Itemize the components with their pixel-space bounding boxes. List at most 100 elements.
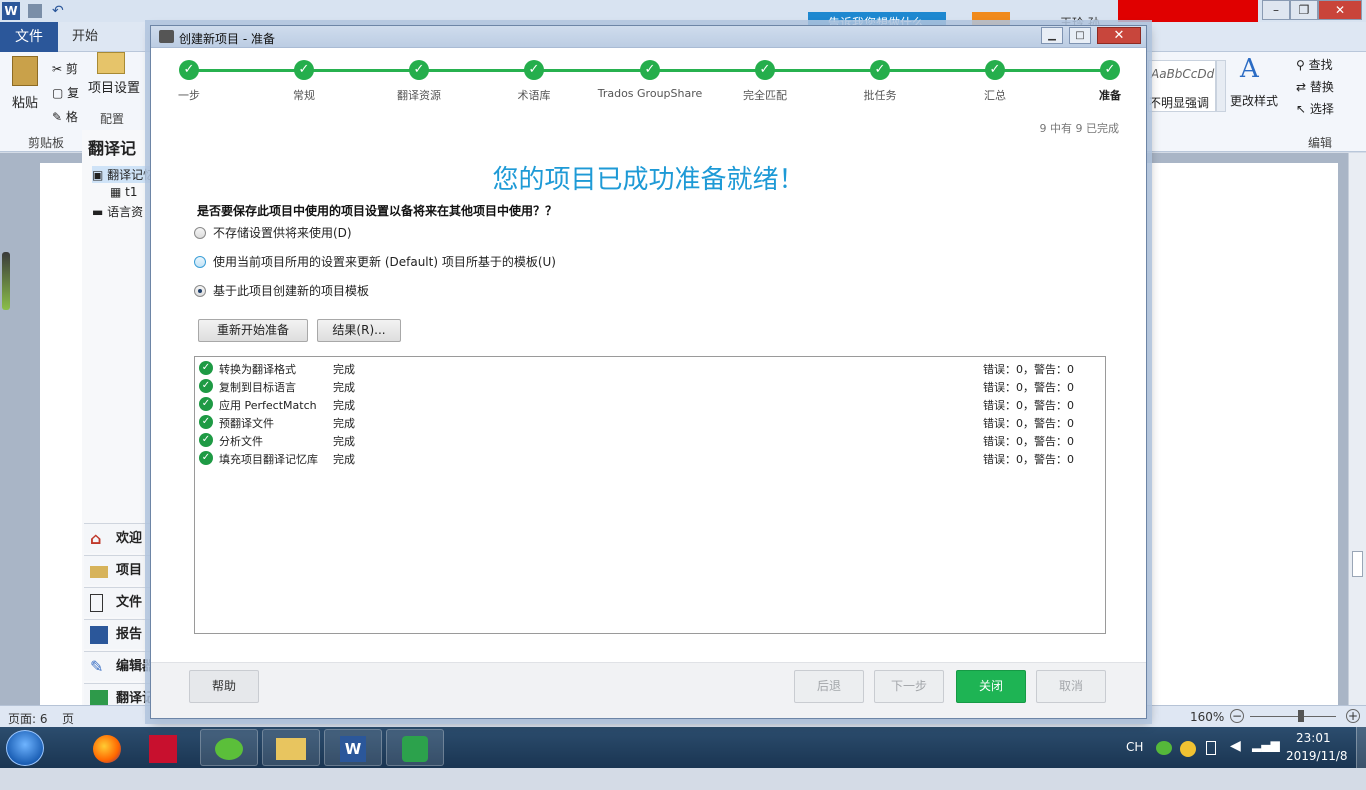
replace-button[interactable]: ⇄ 替换: [1296, 78, 1334, 95]
wechat-tray-icon[interactable]: [1156, 741, 1172, 755]
project-settings-icon[interactable]: [97, 52, 125, 74]
step-label: Trados GroupShare: [597, 87, 703, 100]
change-styles-icon[interactable]: A: [1240, 54, 1259, 84]
nav-item-files[interactable]: 文件: [84, 587, 152, 617]
dialog-titlebar: 创建新项目 - 准备 ▁ □ ✕: [151, 26, 1146, 48]
tray-app-icon[interactable]: [1180, 741, 1196, 757]
zoom-in-button[interactable]: +: [1346, 709, 1360, 723]
vertical-scrollbar[interactable]: [1348, 153, 1366, 705]
zoom-slider[interactable]: [1250, 716, 1336, 717]
paste-button[interactable]: 粘贴: [12, 92, 38, 111]
style-scroll[interactable]: [1216, 60, 1226, 112]
back-button[interactable]: 后退: [794, 670, 864, 703]
next-button[interactable]: 下一步: [874, 670, 944, 703]
file-tab[interactable]: 文件: [0, 22, 58, 52]
explorer-taskbar-button[interactable]: [262, 729, 320, 766]
word-logo-icon: W: [2, 2, 20, 20]
word-minimize-button[interactable]: –: [1262, 0, 1290, 20]
result-summary: 错误：0，警告：0: [983, 363, 1074, 376]
tree-item-t1-label: t1: [125, 185, 138, 199]
cut-button[interactable]: ✂ 剪: [52, 60, 78, 77]
cancel-button[interactable]: 取消: [1036, 670, 1106, 703]
success-headline: 您的项目已成功准备就绪！: [492, 165, 805, 195]
option-dont-store[interactable]: 不存储设置供将来使用(D): [194, 224, 352, 241]
step-label: 翻译资源: [397, 89, 441, 102]
result-status: 完成: [333, 417, 355, 430]
trados-taskbar-button[interactable]: [386, 729, 444, 766]
tree-item-tm[interactable]: ▣ 翻译记忆: [92, 166, 150, 183]
side-panel-title: 翻译记: [88, 139, 137, 158]
dialog-minimize-button[interactable]: ▁: [1041, 27, 1063, 44]
firefox-taskbar-button[interactable]: [78, 729, 136, 766]
copy-label: 复: [67, 86, 80, 100]
network-icon[interactable]: ▂▄▆: [1252, 738, 1280, 779]
step-label: 完全匹配: [743, 89, 787, 102]
find-label: 查找: [1308, 58, 1333, 72]
option-update-template[interactable]: 使用当前项目所用的设置来更新 (Default) 项目所基于的模板(U): [194, 253, 556, 270]
step-label: 常规: [293, 89, 315, 102]
nav-item-reports[interactable]: 报告: [84, 619, 152, 649]
start-button[interactable]: [6, 730, 44, 766]
tree-item-language-resources[interactable]: ▬ 语言资: [92, 203, 150, 220]
wechat-taskbar-button[interactable]: [200, 729, 258, 766]
clock-date[interactable]: 2019/11/8: [1286, 749, 1348, 790]
option-new-template[interactable]: 基于此项目创建新的项目模板: [194, 282, 369, 299]
close-button[interactable]: 关闭: [956, 670, 1026, 703]
nav-item-welcome[interactable]: ⌂ 欢迎: [84, 523, 152, 553]
project-settings-button[interactable]: 项目设置: [88, 77, 140, 96]
clipboard-group-label: 剪贴板: [28, 136, 65, 150]
save-icon[interactable]: [28, 4, 42, 18]
result-status: 完成: [333, 453, 355, 466]
paste-icon[interactable]: [12, 56, 38, 86]
radio-update-template[interactable]: [194, 256, 206, 268]
nav-item-editor[interactable]: ✎ 编辑器: [84, 651, 152, 681]
result-row: ✓ 转换为翻译格式 完成 错误：0，警告：0: [199, 359, 1099, 377]
progress-text: 9 中有 9 已完成: [1039, 122, 1120, 135]
tab-home[interactable]: 开始: [72, 22, 98, 52]
help-button[interactable]: 帮助: [189, 670, 259, 703]
find-button[interactable]: ⚲ 查找: [1296, 56, 1333, 73]
wizard-steps: ✓ 一步 ✓ 常规 ✓ 翻译资源 ✓ 术语库 ✓ Trados GroupShare ✓ 完全匹配 ✓ 批…: [151, 56, 1146, 106]
results-list: ✓ 转换为翻译格式 完成 错误：0，警告：0 ✓ 复制到目标语言 完成 错误：0，警告：0 ✓ 应…: [194, 356, 1106, 634]
tray-language[interactable]: CH: [1126, 740, 1143, 781]
word-icon: W: [340, 735, 366, 762]
word-taskbar-button[interactable]: W: [324, 729, 382, 766]
volume-icon[interactable]: ◀: [1230, 738, 1241, 779]
change-styles-button[interactable]: 更改样式: [1230, 92, 1278, 109]
zoom-out-button[interactable]: −: [1230, 709, 1244, 723]
show-desktop-button[interactable]: [1356, 727, 1366, 768]
success-check-icon: ✓: [199, 415, 213, 429]
select-button[interactable]: ↖ 选择: [1296, 100, 1334, 117]
word-maximize-button[interactable]: ❐: [1290, 0, 1318, 20]
acrobat-taskbar-button[interactable]: [134, 729, 192, 766]
home-icon: ⌂: [90, 529, 102, 548]
step-check-icon: ✓: [179, 60, 199, 80]
battery-icon[interactable]: [1206, 741, 1216, 755]
nav-item-projects[interactable]: 项目: [84, 555, 152, 585]
tree-item-t1[interactable]: ▦ t1: [110, 185, 138, 199]
copy-button[interactable]: ▢ 复: [52, 84, 79, 101]
dialog-close-button[interactable]: ✕: [1097, 27, 1141, 44]
word-close-button[interactable]: ✕: [1318, 0, 1362, 20]
style-gallery[interactable]: AaBbCcDd 不明显强调: [1148, 60, 1216, 112]
result-row: ✓ 填充项目翻译记忆库 完成 错误：0，警告：0: [199, 449, 1099, 467]
select-label: 选择: [1309, 102, 1334, 116]
result-task: 分析文件: [219, 435, 263, 448]
step-label: 术语库: [517, 89, 551, 102]
result-status: 完成: [333, 363, 355, 376]
dialog-maximize-button[interactable]: □: [1069, 27, 1091, 44]
radio-new-template[interactable]: [194, 285, 206, 297]
pdf-icon: [149, 734, 177, 763]
result-status: 完成: [333, 381, 355, 394]
format-painter-button[interactable]: ✎ 格: [52, 108, 78, 125]
result-task: 应用 PerfectMatch: [219, 399, 317, 412]
zoom-slider-thumb[interactable]: [1298, 710, 1304, 722]
radio-dont-store[interactable]: [194, 227, 206, 239]
restart-preparation-button[interactable]: 重新开始准备: [198, 319, 308, 342]
zoom-level[interactable]: 160%: [1190, 710, 1224, 724]
scroll-thumb[interactable]: [1352, 551, 1363, 577]
undo-icon[interactable]: ↶: [52, 2, 70, 20]
word-titlebar: W ↶ – ❐ ✕: [0, 0, 1366, 22]
results-button[interactable]: 结果(R)...: [317, 319, 401, 342]
nav-editor-label: 编辑器: [116, 659, 152, 674]
